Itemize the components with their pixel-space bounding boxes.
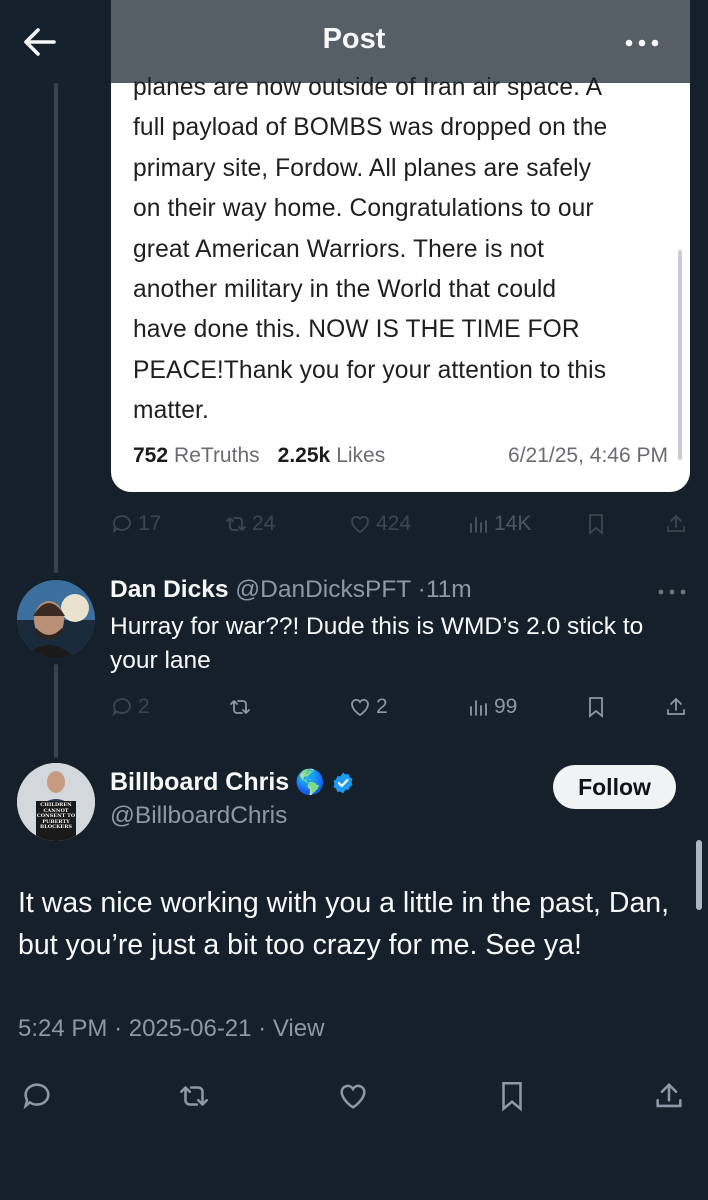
reply-count: 17: [138, 512, 162, 535]
likes-count: 2.25k: [277, 444, 331, 467]
bookmark-button[interactable]: [584, 508, 608, 540]
page-scrollbar[interactable]: [696, 840, 702, 910]
share-icon: [667, 697, 685, 715]
heart-icon: [351, 698, 369, 717]
main-author[interactable]: Billboard Chris 🌎: [110, 768, 355, 797]
page-title: Post: [322, 23, 386, 55]
embedded-post-line: on their way home. Congratulations to ou…: [133, 195, 594, 223]
reply-time: 11m: [425, 576, 472, 603]
main-author-handle[interactable]: @BillboardChris: [110, 802, 287, 830]
views-count: 99: [494, 695, 518, 718]
share-button[interactable]: [664, 691, 688, 723]
main-tweet-actions: [0, 1074, 708, 1118]
heart-icon: [340, 1084, 366, 1109]
more-button[interactable]: [624, 28, 660, 58]
reply-button[interactable]: 17: [110, 508, 161, 540]
avatar-sign-text: CHILDREN CANNOT CONSENT TO PUBERTY BLOCK…: [36, 802, 76, 831]
like-button[interactable]: 2: [348, 691, 388, 723]
more-horizontal-icon: [625, 39, 659, 47]
retruths-count: 752: [133, 444, 169, 467]
views-button[interactable]: 14K: [466, 508, 531, 540]
bookmark-icon: [502, 1081, 522, 1112]
tweet-meta: 5:24 PM · 2025-06-21 · View: [18, 1015, 324, 1043]
view-link[interactable]: View: [273, 1015, 325, 1042]
reply-button[interactable]: 2: [110, 691, 150, 723]
reply-header: Dan Dicks @DanDicksPFT ·11m: [110, 576, 472, 604]
top-header: Post: [0, 0, 708, 83]
comment-icon: [112, 515, 131, 534]
embedded-scrollbar[interactable]: [678, 250, 682, 460]
embedded-post-line: full payload of BOMBS was dropped on the: [133, 114, 608, 142]
repost-button[interactable]: [228, 691, 252, 723]
embedded-post-line: another military in the World that could: [133, 276, 557, 304]
share-button[interactable]: [664, 508, 688, 540]
bookmark-button[interactable]: [584, 691, 608, 723]
tweet-date: 2025-06-21: [128, 1015, 252, 1042]
like-count: 424: [376, 512, 412, 535]
follow-button[interactable]: Follow: [553, 765, 676, 809]
meta-separator: ·: [258, 1015, 267, 1042]
main-tweet-text: It was nice working with you a little in…: [18, 887, 670, 961]
thread-line: [54, 83, 58, 573]
views-chart-icon: [470, 517, 487, 533]
avatar-photo: [17, 580, 95, 658]
share-icon: [667, 514, 685, 532]
reply-author-name[interactable]: Dan Dicks: [110, 576, 228, 603]
embedded-post-line: great American Warriors. There is not: [133, 235, 545, 263]
reply-author-handle[interactable]: @DanDicksPFT: [235, 576, 411, 603]
share-icon: [656, 1082, 682, 1108]
like-button[interactable]: [336, 1074, 370, 1118]
views-button[interactable]: 99: [466, 691, 517, 723]
comment-icon: [23, 1083, 50, 1110]
repost-button[interactable]: [177, 1074, 211, 1118]
repost-count: 24: [252, 512, 276, 535]
repost-icon: [230, 700, 250, 714]
reply-separator: ·: [417, 576, 426, 603]
comment-icon: [112, 698, 131, 717]
embedded-post-date: 6/21/25, 4:46 PM: [508, 444, 668, 467]
main-author-name: Billboard Chris: [110, 768, 290, 796]
repost-button[interactable]: 24: [224, 508, 275, 540]
reply-text: Hurray for war??! Dude this is WMD’s 2.0…: [110, 613, 644, 674]
heart-icon: [351, 515, 369, 534]
bookmark-icon: [589, 697, 603, 718]
like-count: 2: [376, 695, 388, 718]
avatar[interactable]: CHILDREN CANNOT CONSENT TO PUBERTY BLOCK…: [17, 763, 95, 841]
embedded-post-stats: 752 ReTruths 2.25k Likes 6/21/25, 4:46 P…: [133, 444, 668, 468]
avatar[interactable]: [17, 580, 95, 658]
reply-more-button[interactable]: [656, 582, 688, 602]
embedded-post-text: planes are now outside of Iran air space…: [133, 68, 668, 432]
thread-line: [54, 664, 58, 758]
globe-emoji: 🌎: [295, 769, 326, 796]
tweet-actions: 17 24 424 14K: [110, 508, 690, 540]
like-button[interactable]: 424: [348, 508, 411, 540]
tweet-time: 5:24 PM: [18, 1015, 108, 1042]
embedded-post-line: have done this. NOW IS THE TIME FOR: [133, 316, 580, 344]
bookmark-icon: [589, 514, 603, 535]
verified-badge-icon: [333, 772, 353, 793]
more-horizontal-icon: [658, 589, 686, 595]
meta-separator: ·: [114, 1015, 123, 1042]
likes-label: Likes: [336, 444, 386, 467]
reply-actions: 2 2 99: [110, 691, 690, 723]
repost-icon: [226, 517, 246, 531]
views-chart-icon: [470, 700, 487, 716]
embedded-post-line: matter.: [133, 397, 209, 425]
views-count: 14K: [494, 512, 532, 535]
reply-count: 2: [138, 695, 150, 718]
repost-icon: [179, 1086, 209, 1106]
embedded-post-line: PEACE!Thank you for your attention to th…: [133, 356, 607, 384]
retruths-label: ReTruths: [174, 444, 260, 467]
bookmark-button[interactable]: [495, 1074, 529, 1118]
embedded-post-line: primary site, Fordow. All planes are saf…: [133, 154, 592, 182]
reply-button[interactable]: [20, 1074, 54, 1118]
share-button[interactable]: [652, 1074, 686, 1118]
